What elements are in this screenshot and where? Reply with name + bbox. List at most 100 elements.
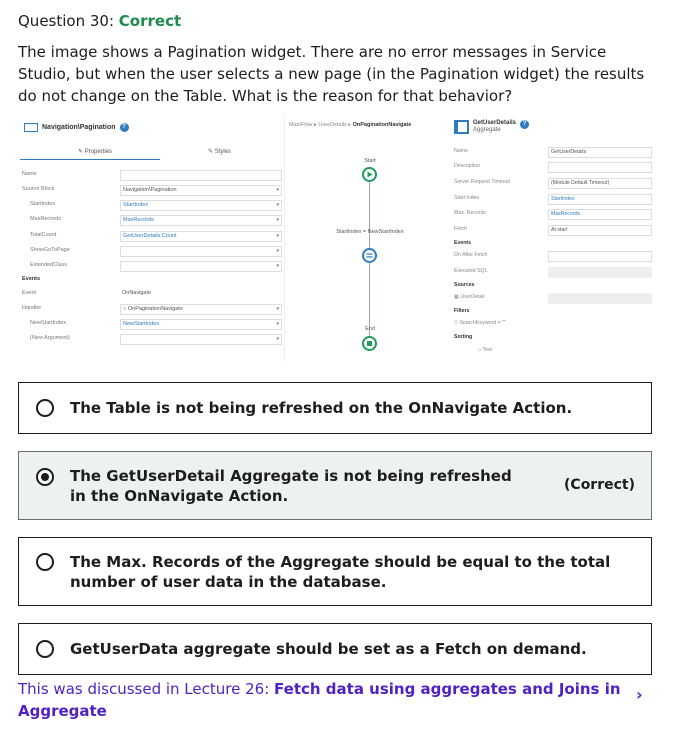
prop-value: (Module Default Timeout): [548, 178, 652, 189]
flow-breadcrumb-current: OnPaginationNavigate: [352, 122, 412, 128]
prop-label: TotalCount: [30, 232, 57, 238]
answer-option-text: GetUserData aggregate should be set as a…: [70, 640, 587, 658]
prop-label: NewStartIndex: [30, 320, 67, 326]
prop-value: [548, 267, 652, 278]
prop-value: MaxRecords ▾: [120, 215, 282, 226]
info-icon: ?: [119, 123, 129, 132]
prop-value-text: GetUserDetails.Count: [123, 233, 177, 239]
aggregate-filter-item: ▽ SearchKeyword = "": [454, 319, 652, 330]
aggregate-sources-heading: Sources: [454, 281, 652, 292]
result-status: Correct: [118, 12, 182, 30]
figure-widget-name: Navigation\Pagination: [42, 124, 116, 131]
prop-value: MaxRecords: [548, 209, 652, 220]
dropdown-caret-icon: ▾: [276, 336, 279, 342]
figure-prop-row: Source Block Navigation\Pagination ▾: [22, 185, 282, 196]
prop-value: StartIndex ▾: [120, 200, 282, 211]
figure-properties-panel: Navigation\Pagination ? ✎ Properties ✎ S…: [18, 115, 284, 361]
flow-assign-node-icon: [362, 248, 377, 263]
flow-start-node-icon: [362, 167, 377, 182]
sort-item-label: Test: [482, 347, 492, 353]
dropdown-caret-icon: ▾: [276, 306, 279, 312]
prop-value: GetUserDetails.Count ▾: [120, 231, 282, 242]
dropdown-caret-icon: ▾: [276, 248, 279, 254]
figure-prop-row: NewStartIndex NewStartIndex ▾: [22, 319, 282, 330]
filter-item: ▽ SearchKeyword = "": [454, 320, 506, 326]
question-figure: Navigation\Pagination ? ✎ Properties ✎ S…: [18, 115, 652, 361]
answer-option-4[interactable]: GetUserData aggregate should be set as a…: [18, 623, 652, 675]
aggregate-prop-row: Max. Records MaxRecords: [454, 209, 652, 220]
radio-selected-icon[interactable]: [36, 468, 54, 486]
prop-value: [548, 251, 652, 262]
figure-prop-row: TotalCount GetUserDetails.Count ▾: [22, 231, 282, 242]
prop-label: On After Fetch: [454, 252, 488, 258]
answer-option-text: The Table is not being refreshed on the …: [70, 399, 573, 417]
flow-end-node-icon: [362, 336, 377, 351]
figure-prop-row: MaxRecords MaxRecords ▾: [22, 215, 282, 226]
prop-value-text: Navigation\Pagination: [123, 187, 177, 193]
radio-unselected-icon[interactable]: [36, 399, 54, 417]
source-item-label: UserDetail: [460, 294, 485, 300]
dropdown-caret-icon: ▾: [276, 321, 279, 327]
figure-prop-row: (New Argument) ▾: [22, 334, 282, 345]
prop-value-text: MaxRecords: [123, 217, 154, 223]
flow-breadcrumb: MainFlow ▸ UserDetails ▸ OnPaginationNav…: [289, 122, 411, 128]
prop-section-label: Filters: [454, 308, 470, 314]
explanation-text: This was discussed in Lecture 26: Fetch …: [18, 678, 628, 722]
prop-value: At start: [548, 225, 652, 236]
prop-value: NewStartIndex ▾: [120, 319, 282, 330]
prop-label: (New Argument): [30, 335, 70, 341]
prop-section-label: Events: [454, 240, 472, 246]
prop-value: ○ OnPaginationNavigate ▾: [120, 304, 282, 315]
figure-tab-styles: ✎ Styles: [208, 149, 232, 155]
filter-item-label: SearchKeyword = "": [459, 320, 506, 326]
widget-block-icon: [24, 123, 38, 132]
aggregate-source-item: ▦ UserDetail: [454, 293, 652, 304]
flow-assign-label: StartIndex = NewStartIndex: [336, 229, 404, 235]
figure-prop-row: StartIndex StartIndex ▾: [22, 200, 282, 211]
aggregate-sorting-heading: Sorting: [454, 333, 652, 344]
prop-value-text: NewStartIndex: [123, 321, 160, 327]
figure-tab-properties: ✎ Properties: [78, 149, 113, 155]
source-item-bar: [548, 293, 652, 304]
prop-label: Handler: [22, 305, 42, 311]
flow-end-label: End: [365, 326, 375, 332]
prop-value: GetUserDetails: [548, 147, 652, 158]
prop-value: ▾: [120, 334, 282, 345]
prop-label: Name: [454, 148, 468, 154]
figure-tab-underline: [20, 159, 160, 160]
aggregate-name: GetUserDetails: [473, 120, 517, 126]
aggregate-prop-row: Name GetUserDetails: [454, 147, 652, 158]
answer-option-2[interactable]: The GetUserDetail Aggregate is not being…: [18, 451, 652, 520]
answer-option-text: The GetUserDetail Aggregate is not being…: [70, 467, 512, 505]
prop-label: Server Request Timeout: [454, 179, 510, 185]
answer-option-1[interactable]: The Table is not being refreshed on the …: [18, 382, 652, 434]
radio-unselected-icon[interactable]: [36, 640, 54, 658]
figure-prop-row: Name: [22, 170, 282, 181]
prop-value-text: OnPaginationNavigate: [127, 306, 183, 312]
aggregate-prop-row: Executed SQL: [454, 267, 652, 278]
question-text: The image shows a Pagination widget. The…: [18, 43, 645, 105]
prop-label: Max. Records: [454, 210, 486, 216]
radio-unselected-icon[interactable]: [36, 553, 54, 571]
chevron-right-icon[interactable]: ›: [636, 685, 648, 704]
answer-option-3[interactable]: The Max. Records of the Aggregate should…: [18, 537, 652, 606]
prop-value-text: StartIndex: [123, 202, 149, 208]
dropdown-caret-icon: ▾: [276, 233, 279, 239]
answer-option-text: The Max. Records of the Aggregate should…: [70, 553, 611, 591]
aggregate-prop-row: Start Index StartIndex: [454, 194, 652, 205]
figure-prop-row: Event OnNavigate: [22, 289, 282, 300]
aggregate-icon: [454, 120, 469, 134]
prop-label: Description: [454, 163, 480, 169]
source-item: ▦ UserDetail: [454, 294, 485, 300]
flow-breadcrumb-path: MainFlow ▸ UserDetails ▸: [289, 122, 353, 128]
correct-badge: (Correct): [564, 477, 635, 493]
prop-value: Navigation\Pagination ▾: [120, 185, 282, 196]
dropdown-caret-icon: ▾: [276, 263, 279, 269]
figure-aggregate-panel: GetUserDetails Aggregate ? Name GetUserD…: [448, 115, 652, 361]
prop-value: [120, 170, 282, 181]
dropdown-caret-icon: ▾: [276, 217, 279, 223]
question-number: Question 30:: [18, 12, 114, 30]
figure-widget-title: Navigation\Pagination ?: [24, 123, 129, 132]
aggregate-subtitle: Aggregate: [473, 127, 501, 133]
prop-label: Executed SQL: [454, 268, 488, 274]
